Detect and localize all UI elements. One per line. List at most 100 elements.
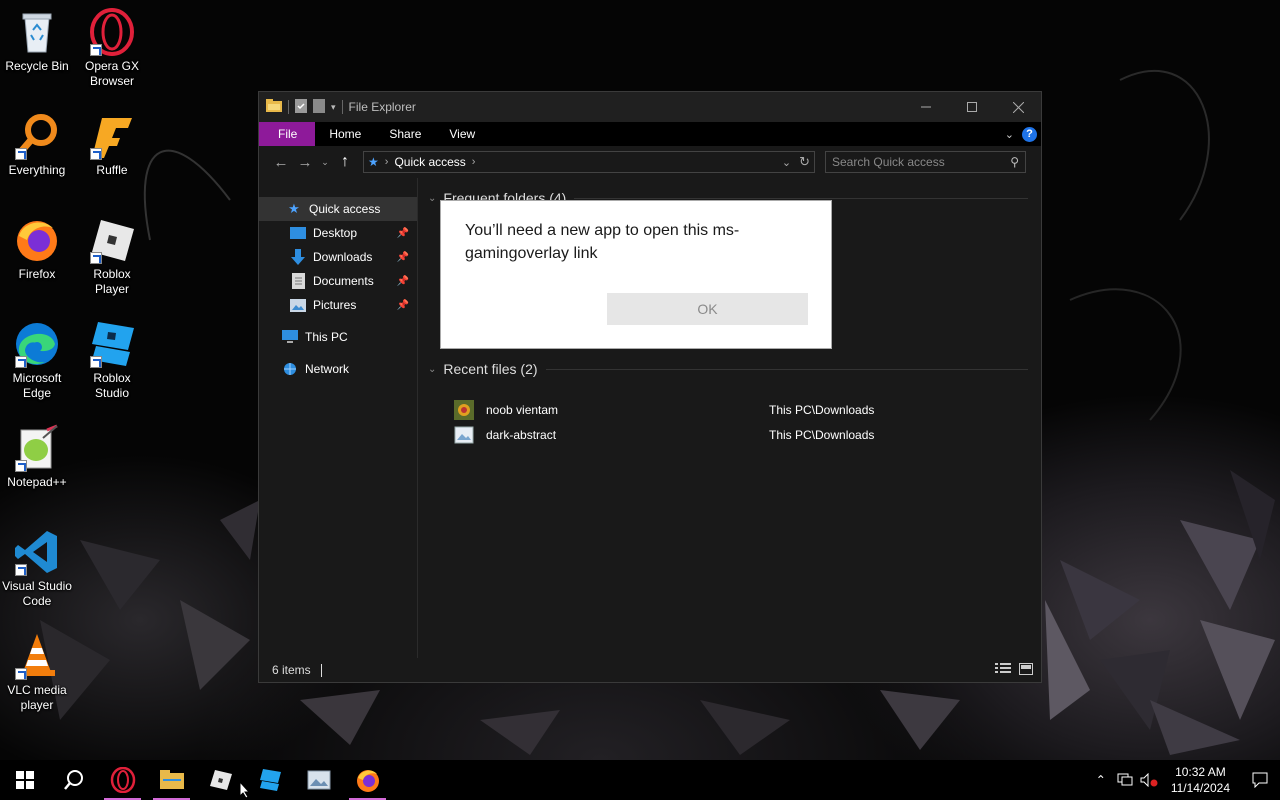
taskbar-photos-app[interactable] — [294, 760, 343, 800]
recent-locations-button[interactable]: ⌄ — [317, 150, 333, 174]
properties-icon[interactable] — [295, 98, 307, 116]
help-icon[interactable]: ? — [1022, 126, 1037, 142]
nav-item-label: Quick access — [309, 202, 381, 216]
address-bar[interactable]: ★ › Quick access › ⌄ ↻ — [363, 151, 815, 173]
everything-search-icon — [13, 112, 61, 160]
show-hidden-icons-chevron-icon[interactable]: ⌃ — [1089, 773, 1113, 787]
desktop-icon-label: Roblox Studio — [93, 371, 131, 400]
expand-ribbon-icon[interactable]: ⌄ — [1005, 128, 1014, 141]
desktop-icon-firefox[interactable]: Firefox — [0, 216, 74, 282]
shortcut-arrow-icon — [15, 148, 27, 160]
desktop-icon-recycle-bin[interactable]: Recycle Bin — [0, 8, 74, 74]
details-view-icon[interactable] — [995, 662, 1011, 678]
tab-view[interactable]: View — [435, 122, 489, 146]
forward-button[interactable]: → — [293, 150, 317, 174]
pin-icon[interactable]: 📌 — [397, 228, 409, 239]
maximize-button[interactable] — [949, 92, 995, 122]
navigation-pane: ★ Quick access Desktop 📌 Downloads 📌 Doc… — [259, 178, 417, 659]
tab-share[interactable]: Share — [375, 122, 435, 146]
network-icon — [281, 361, 299, 377]
nav-item-pictures[interactable]: Pictures 📌 — [259, 293, 417, 317]
network-status-icon[interactable] — [1113, 773, 1137, 787]
tab-file[interactable]: File — [259, 122, 316, 146]
nav-item-desktop[interactable]: Desktop 📌 — [259, 221, 417, 245]
back-button[interactable]: ← — [269, 150, 293, 174]
shortcut-arrow-icon — [90, 44, 102, 56]
taskbar-opera-gx[interactable] — [98, 760, 147, 800]
status-divider — [320, 663, 322, 677]
nav-item-documents[interactable]: Documents 📌 — [259, 269, 417, 293]
desktop-icon-everything[interactable]: Everything — [0, 112, 74, 178]
large-icons-view-icon[interactable] — [1019, 662, 1033, 678]
file-location: This PC\Downloads — [769, 403, 875, 417]
search-box[interactable]: ⚲ — [825, 151, 1026, 173]
roblox-player-icon — [209, 770, 232, 790]
pin-icon[interactable]: 📌 — [397, 252, 409, 263]
clock[interactable]: 10:32 AM 11/14/2024 — [1161, 764, 1240, 796]
ribbon-right-controls: ⌄ ? — [1005, 122, 1041, 146]
up-button[interactable]: ↑ — [333, 150, 357, 174]
list-item[interactable]: dark-abstract This PC\Downloads — [454, 424, 1054, 446]
pin-icon[interactable]: 📌 — [397, 300, 409, 311]
desktop-icon-opera-gx[interactable]: Opera GX Browser — [75, 8, 149, 89]
close-button[interactable] — [995, 92, 1041, 122]
nav-item-network[interactable]: Network — [259, 357, 417, 381]
taskbar-file-explorer[interactable] — [147, 760, 196, 800]
search-input[interactable] — [832, 155, 997, 169]
nav-item-this-pc[interactable]: This PC — [259, 325, 417, 349]
refresh-icon[interactable]: ↻ — [799, 154, 810, 170]
nav-item-quick-access[interactable]: ★ Quick access — [259, 197, 417, 221]
desktop-icon-vlc[interactable]: VLC media player — [0, 632, 74, 713]
customize-toolbar-icon[interactable]: ▾ — [331, 102, 336, 113]
list-item[interactable]: noob vientam This PC\Downloads — [454, 399, 1054, 421]
group-header-label: Recent files (2) — [443, 361, 538, 377]
new-folder-icon[interactable] — [313, 98, 325, 116]
ok-button[interactable]: OK — [607, 293, 808, 325]
taskbar-firefox[interactable] — [343, 760, 392, 800]
window-title: File Explorer — [348, 100, 416, 114]
shortcut-arrow-icon — [90, 148, 102, 160]
desktop-icon-label: Everything — [8, 163, 66, 177]
desktop-icon-label: Firefox — [18, 267, 56, 281]
documents-icon — [289, 273, 307, 289]
title-bar[interactable]: ▾ File Explorer — [259, 92, 1041, 122]
desktop-icon-edge[interactable]: Microsoft Edge — [0, 320, 74, 401]
desktop-icon-roblox-studio[interactable]: Roblox Studio — [75, 320, 149, 401]
notification-center-icon[interactable] — [1240, 772, 1280, 788]
desktop-icon-vscode[interactable]: Visual Studio Code — [0, 528, 74, 609]
desktop-icon-roblox-player[interactable]: Roblox Player — [75, 216, 149, 297]
minimize-button[interactable] — [903, 92, 949, 122]
up-arrow-icon: ↑ — [341, 153, 349, 170]
taskbar-roblox-player[interactable] — [196, 760, 245, 800]
pin-icon[interactable]: 📌 — [397, 276, 409, 287]
windows-logo-icon — [15, 771, 34, 789]
nav-item-label: Downloads — [313, 250, 373, 264]
shortcut-arrow-icon — [15, 460, 27, 472]
vlc-icon — [13, 632, 61, 680]
start-button[interactable] — [0, 760, 49, 800]
taskbar-roblox-studio[interactable] — [245, 760, 294, 800]
desktop-icon-label: Ruffle — [96, 163, 128, 177]
volume-muted-icon[interactable] — [1137, 773, 1161, 787]
desktop-icon-ruffle[interactable]: Ruffle — [75, 112, 149, 178]
chevron-down-icon: ⌄ — [321, 156, 329, 167]
ruffle-icon — [88, 112, 136, 160]
desktop-icon-label: Roblox Player — [93, 267, 131, 296]
close-icon — [1012, 101, 1024, 113]
quick-access-star-icon: ★ — [288, 201, 300, 216]
desktop-icon-notepad-plus-plus[interactable]: Notepad++ — [0, 424, 74, 490]
file-name: noob vientam — [486, 403, 559, 417]
nav-item-downloads[interactable]: Downloads 📌 — [259, 245, 417, 269]
desktop-icon-label: Opera GX Browser — [84, 59, 140, 88]
maximize-icon — [967, 102, 977, 112]
group-header-recent-files[interactable]: ⌄ Recent files (2) — [428, 361, 1028, 377]
open-with-dialog: You’ll need a new app to open this ms-ga… — [440, 200, 832, 349]
search-button[interactable] — [49, 760, 98, 800]
breadcrumb-quick-access[interactable]: Quick access — [394, 155, 465, 169]
system-tray: ⌃ 10:32 AM 11/14/2024 — [1089, 760, 1280, 800]
navigation-bar: ← → ⌄ ↑ ★ › Quick access › ⌄ ↻ ⚲ — [259, 146, 1041, 178]
address-history-chevron-icon[interactable]: ⌄ — [782, 156, 791, 169]
nav-item-label: Pictures — [313, 298, 357, 312]
desktop-icon-label: Notepad++ — [7, 475, 67, 489]
tab-home[interactable]: Home — [315, 122, 375, 146]
